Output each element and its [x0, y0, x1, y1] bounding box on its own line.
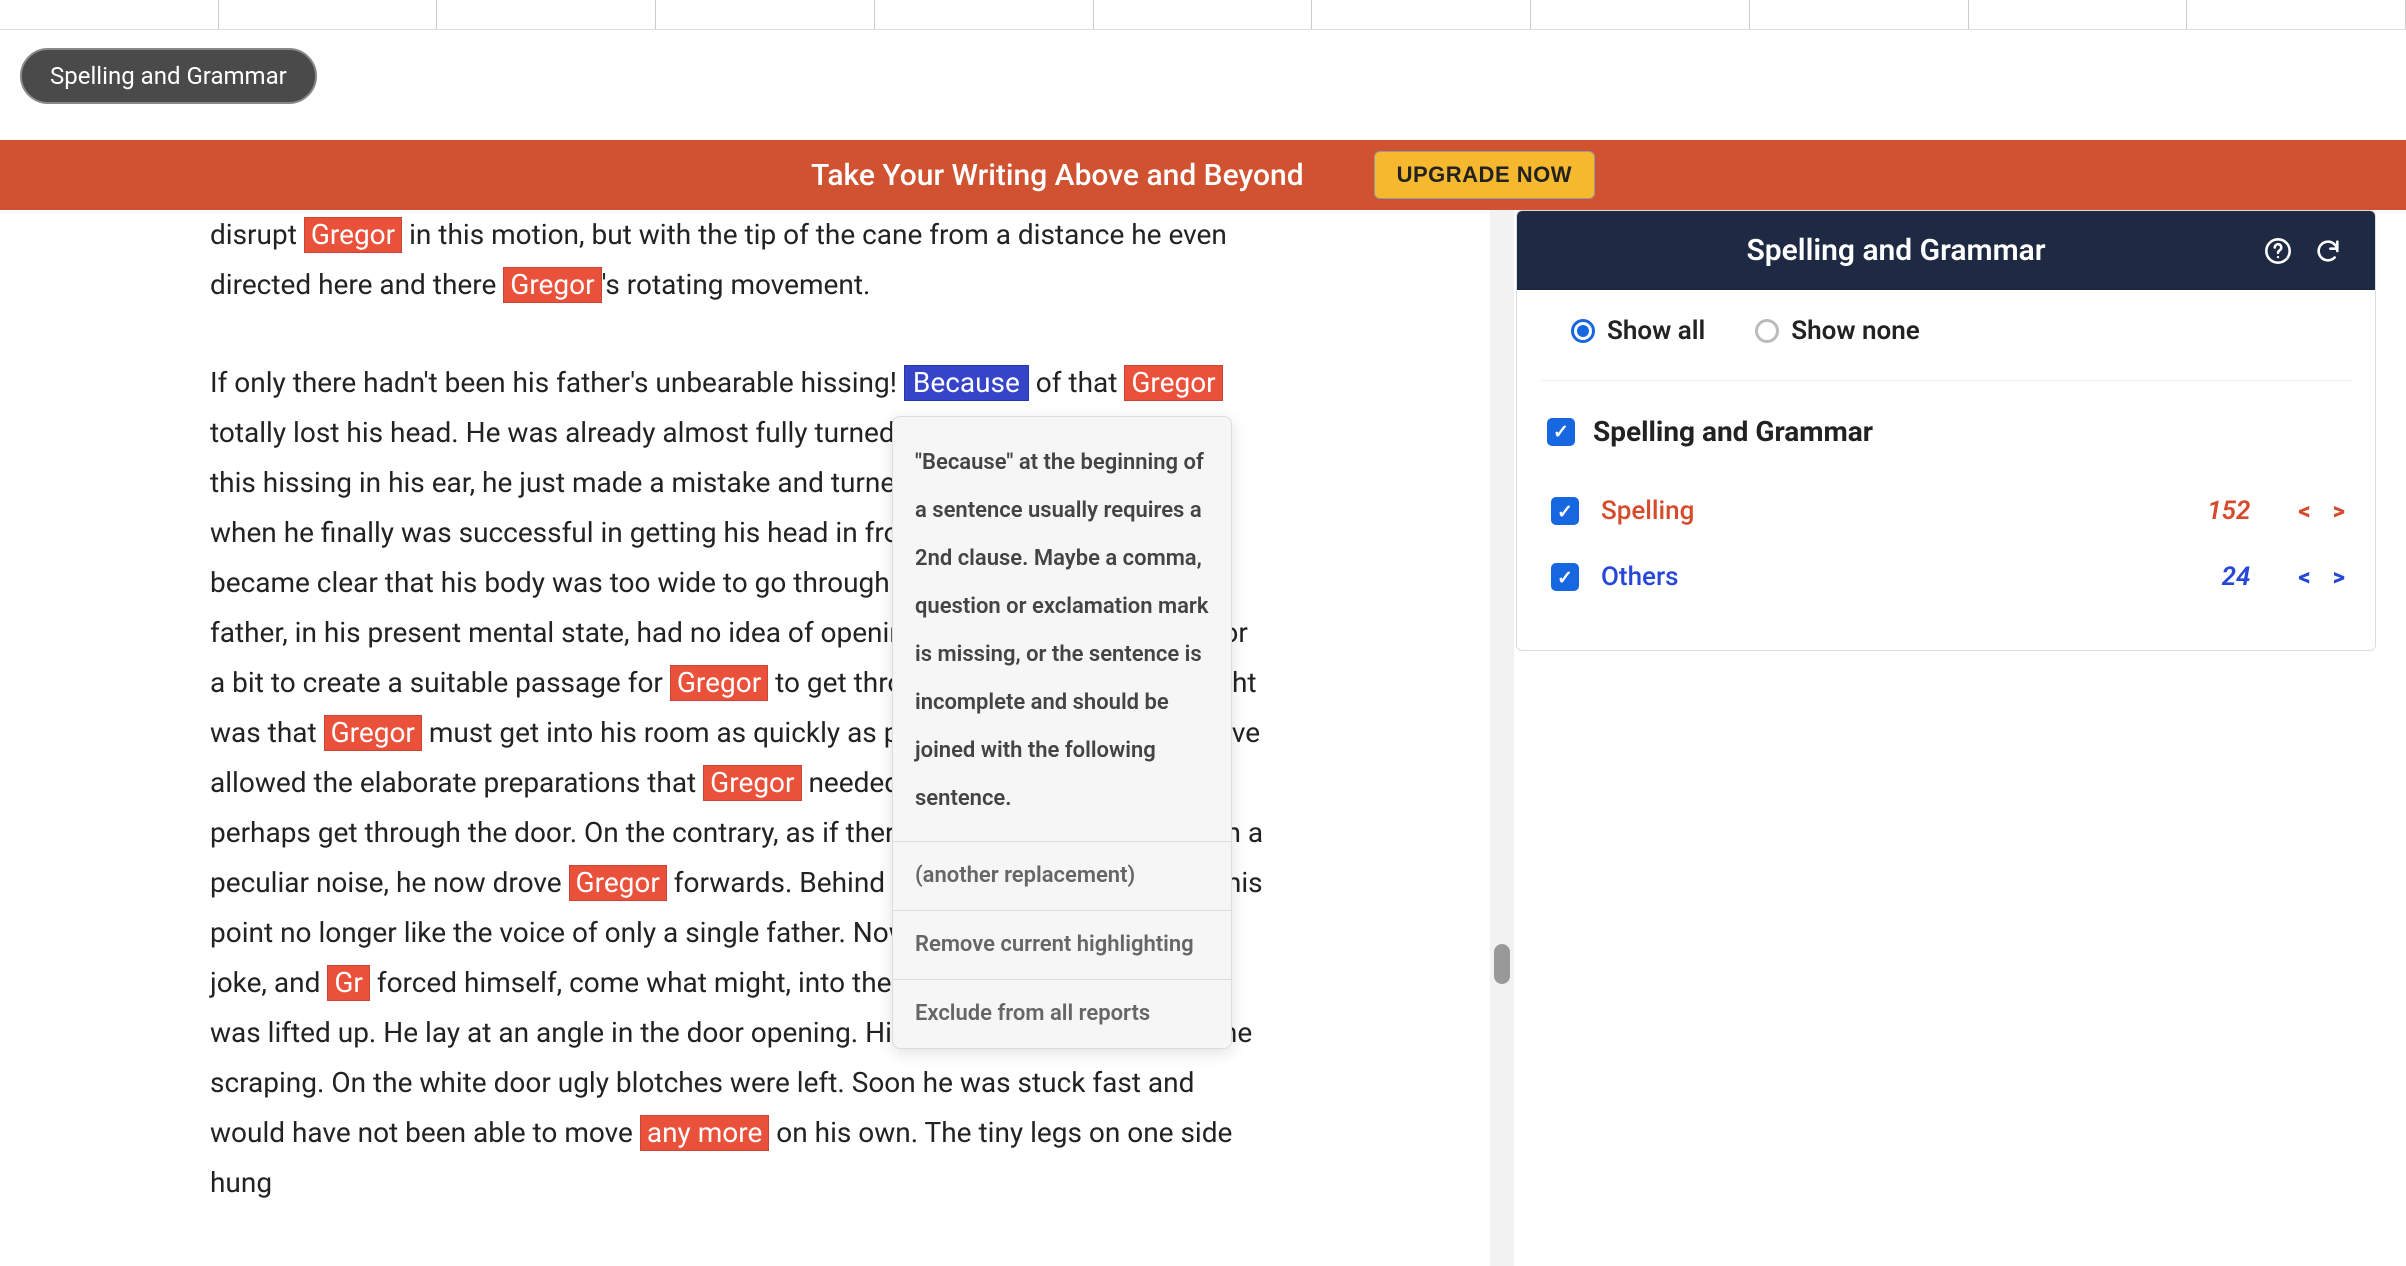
radio-label: Show all: [1607, 316, 1705, 346]
suggestion-explanation: "Because" at the beginning of a sentence…: [893, 417, 1231, 841]
tab-segment[interactable]: [875, 0, 1094, 29]
next-issue-button[interactable]: >: [2333, 563, 2345, 591]
tab-segment[interactable]: [0, 0, 219, 29]
prev-issue-button[interactable]: <: [2298, 497, 2310, 525]
tab-segment[interactable]: [1969, 0, 2188, 29]
spelling-highlight[interactable]: Gregor: [1124, 365, 1222, 401]
tab-segment[interactable]: [1750, 0, 1969, 29]
issue-count: 152: [2160, 496, 2250, 526]
editor-text: disrupt: [210, 218, 304, 251]
editor-text: 's rotating movement.: [602, 268, 871, 301]
tab-segment[interactable]: [1094, 0, 1313, 29]
issue-name: Others: [1601, 562, 2160, 592]
checkbox-icon[interactable]: ✓: [1551, 497, 1579, 525]
radio-label: Show none: [1791, 316, 1920, 346]
top-tab-row: [0, 0, 2406, 30]
issue-count: 24: [2160, 562, 2250, 592]
spelling-highlight[interactable]: Gregor: [703, 765, 801, 801]
mode-pill[interactable]: Spelling and Grammar: [20, 48, 317, 104]
tab-segment[interactable]: [656, 0, 875, 29]
show-all-radio[interactable]: Show all: [1571, 316, 1705, 346]
banner-text: Take Your Writing Above and Beyond: [811, 158, 1304, 193]
issue-row-others[interactable]: ✓ Others 24 < >: [1547, 544, 2345, 610]
tab-segment[interactable]: [219, 0, 438, 29]
category-title: Spelling and Grammar: [1593, 415, 1873, 448]
spelling-highlight[interactable]: any more: [640, 1115, 770, 1151]
show-none-radio[interactable]: Show none: [1755, 316, 1920, 346]
tab-segment[interactable]: [1312, 0, 1531, 29]
issues-panel: Spelling and Grammar Show all Show none: [1516, 210, 2376, 651]
spelling-highlight[interactable]: Gregor: [670, 665, 768, 701]
scrollbar-thumb[interactable]: [1494, 944, 1510, 984]
tab-segment[interactable]: [2187, 0, 2406, 29]
panel-title: Spelling and Grammar: [1547, 233, 2245, 268]
upgrade-banner: Take Your Writing Above and Beyond UPGRA…: [0, 140, 2406, 210]
tab-segment[interactable]: [1531, 0, 1750, 29]
spelling-highlight[interactable]: Gregor: [324, 715, 422, 751]
issue-row-spelling[interactable]: ✓ Spelling 152 < >: [1547, 478, 2345, 544]
tab-segment[interactable]: [437, 0, 656, 29]
prev-issue-button[interactable]: <: [2298, 563, 2310, 591]
spelling-highlight[interactable]: Gregor: [503, 267, 601, 303]
grammar-highlight[interactable]: Because: [904, 365, 1029, 401]
category-header[interactable]: ✓ Spelling and Grammar: [1547, 415, 2345, 448]
next-issue-button[interactable]: >: [2333, 497, 2345, 525]
suggestion-popup: "Because" at the beginning of a sentence…: [892, 416, 1232, 1049]
checkbox-icon[interactable]: ✓: [1551, 563, 1579, 591]
refresh-icon[interactable]: [2311, 234, 2345, 268]
help-icon[interactable]: [2261, 234, 2295, 268]
spelling-highlight[interactable]: Gregor: [304, 217, 402, 253]
spelling-highlight[interactable]: Gregor: [569, 865, 667, 901]
spelling-highlight[interactable]: Gr: [327, 965, 370, 1001]
remove-highlighting-option[interactable]: Remove current highlighting: [893, 910, 1231, 979]
checkbox-icon[interactable]: ✓: [1547, 418, 1575, 446]
editor-text: of that: [1029, 366, 1125, 399]
upgrade-button[interactable]: UPGRADE NOW: [1374, 151, 1595, 199]
another-replacement-option[interactable]: (another replacement): [893, 841, 1231, 910]
editor-scrollbar[interactable]: [1490, 210, 1514, 1266]
editor-text: If only there hadn't been his father's u…: [210, 366, 904, 399]
editor-text: forwards. Behind: [667, 866, 892, 899]
exclude-from-reports-option[interactable]: Exclude from all reports: [893, 979, 1231, 1048]
issue-name: Spelling: [1601, 496, 2160, 526]
